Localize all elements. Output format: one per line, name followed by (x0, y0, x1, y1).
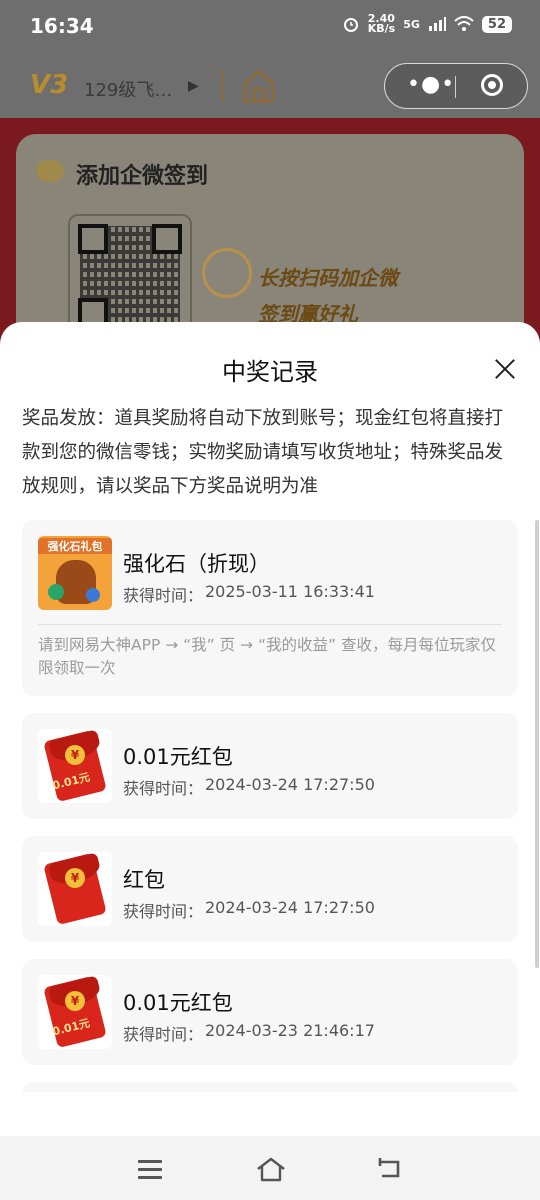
app-header: V3 129级飞… ▶ •●• (0, 56, 540, 118)
home-outline-icon[interactable] (256, 1156, 286, 1182)
prize-list[interactable]: 强化石礼包 强化石（折现） 获得时间： 2025-03-11 16:33:41 … (22, 520, 518, 1092)
chevron-right-icon[interactable]: ▶ (188, 78, 199, 94)
card-title: 添加企微签到 (76, 164, 209, 189)
status-time: 16:34 (30, 14, 94, 38)
prize-card (22, 1082, 518, 1092)
prize-time-label: 获得时间： (123, 586, 204, 605)
close-icon[interactable] (494, 358, 516, 380)
header-divider (222, 70, 224, 102)
speed-unit: KB/s (367, 22, 396, 35)
status-bar: 16:34 2.40 KB/s 5G 52 (0, 0, 540, 56)
more-dots-icon[interactable]: •●• (407, 74, 455, 96)
prize-card: ¥ 0.01元 0.01元红包 获得时间： 2024-03-24 17:27:5… (22, 713, 518, 819)
battery-icon: 52 (481, 15, 512, 33)
red-packet-icon: ¥ (38, 852, 112, 926)
coin-icon: ¥ (65, 868, 85, 888)
target-icon[interactable] (481, 74, 503, 96)
prize-time-label: 获得时间： (123, 1025, 204, 1044)
system-nav-bar (0, 1136, 540, 1200)
mini-program-capsule: •●• (384, 63, 528, 109)
prize-name: 0.01元红包 (123, 745, 233, 769)
prize-description: 请到网易大神APP → “我” 页 → “我的收益” 查收，每月每位玩家仅限领取… (38, 636, 496, 677)
prize-card: 强化石礼包 强化石（折现） 获得时间： 2025-03-11 16:33:41 … (22, 520, 518, 696)
alarm-icon (343, 18, 358, 32)
qr-code[interactable] (68, 214, 192, 338)
prize-notice: 奖品发放：道具奖励将自动下放到账号；现金红包将直接打款到您的微信零钱；实物奖励请… (22, 408, 504, 497)
capsule-divider (455, 76, 456, 98)
coin-icon: ¥ (65, 991, 85, 1011)
red-packet-icon: ¥ 0.01元 (38, 975, 112, 1049)
wifi-icon (454, 16, 474, 31)
network-speed: 2.40 KB/s (367, 13, 396, 35)
prize-card: ¥ 0.01元 0.01元红包 获得时间： 2024-03-23 21:46:1… (22, 959, 518, 1065)
tap-hand-icon (202, 248, 252, 298)
prize-name: 强化石（折现） (123, 552, 270, 576)
level-text[interactable]: 129级飞… (84, 76, 172, 102)
signal-icon (428, 17, 446, 31)
network-type: 5G (403, 17, 420, 31)
gift-label: 强化石礼包 (38, 538, 112, 554)
menu-icon[interactable] (138, 1160, 162, 1179)
prize-divider (38, 624, 502, 625)
slogan-line: 长按扫码加企微 (258, 266, 398, 290)
prize-time: 2025-03-11 16:33:41 (205, 582, 375, 601)
home-icon[interactable] (240, 66, 278, 106)
sheet-title: 中奖记录 (222, 358, 318, 386)
gem-icon (48, 584, 64, 600)
qr-corner (152, 224, 182, 254)
prize-image: 强化石礼包 (38, 536, 112, 610)
scrollbar[interactable] (535, 520, 539, 968)
coin-icon: ¥ (65, 745, 85, 765)
prize-name: 红包 (123, 868, 165, 892)
prize-time-label: 获得时间： (123, 779, 204, 798)
status-icons: 2.40 KB/s 5G 52 (342, 13, 512, 35)
prize-time: 2024-03-24 17:27:50 (205, 898, 375, 917)
prize-name: 0.01元红包 (123, 991, 233, 1015)
gem-icon (86, 588, 100, 602)
qr-corner (78, 224, 108, 254)
prize-time: 2024-03-24 17:27:50 (205, 775, 375, 794)
prize-time: 2024-03-23 21:46:17 (205, 1021, 375, 1040)
red-packet-icon: ¥ 0.01元 (38, 729, 112, 803)
vip-badge: V3 (30, 70, 69, 100)
prize-record-sheet: 中奖记录 奖品发放：道具奖励将自动下放到账号；现金红包将直接打款到您的微信零钱；… (0, 322, 540, 1200)
prize-card: ¥ 红包 获得时间： 2024-03-24 17:27:50 (22, 836, 518, 942)
back-icon[interactable] (376, 1156, 404, 1182)
chat-bubble-icon (36, 160, 64, 182)
prize-time-label: 获得时间： (123, 902, 204, 921)
